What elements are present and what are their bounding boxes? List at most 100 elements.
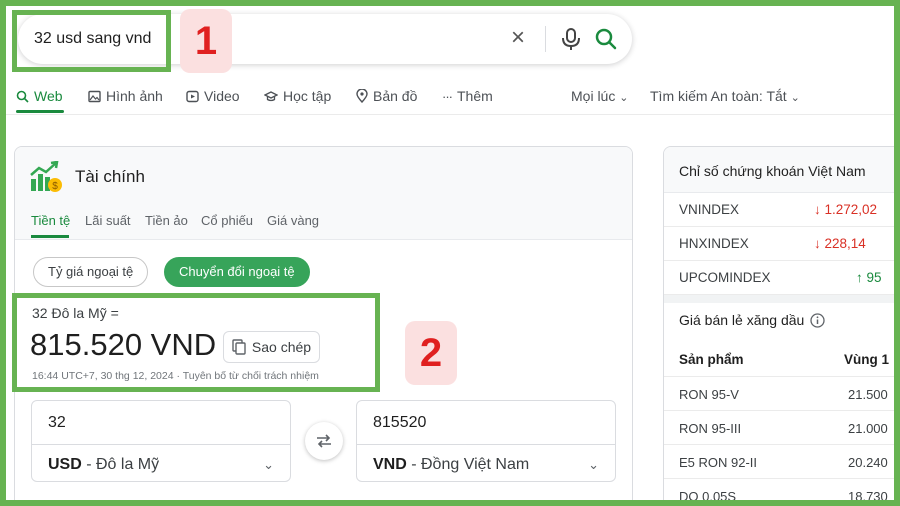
fin-active-tab-underline xyxy=(31,235,69,238)
stock-name: UPCOMINDEX xyxy=(679,270,771,285)
tabs-divider xyxy=(6,114,894,115)
tab-label: Video xyxy=(204,88,240,104)
to-currency-divider xyxy=(357,444,615,445)
stock-name: HNXINDEX xyxy=(679,236,749,251)
tab-label: Hình ảnh xyxy=(106,88,163,104)
to-currency-select[interactable]: VND - Đồng Việt Nam xyxy=(373,456,529,474)
finance-title: Tài chính xyxy=(75,167,145,186)
search-icon[interactable] xyxy=(594,27,618,56)
fuel-price: 18.730 xyxy=(848,489,888,504)
time-filter[interactable]: Mọi lúc ⌄ xyxy=(571,88,628,104)
active-tab-underline xyxy=(16,110,64,113)
fuel-row: DO 0,05S 18.730 xyxy=(664,479,900,506)
safe-search-label: Tìm kiếm An toàn: Tắt xyxy=(650,88,787,104)
graduation-cap-icon xyxy=(264,90,278,101)
currency-convert-pill[interactable]: Chuyển đổi ngoại tệ xyxy=(164,257,310,287)
stock-name: VNINDEX xyxy=(679,202,740,217)
image-icon xyxy=(88,90,101,102)
to-currency-name: - Đồng Việt Nam xyxy=(406,456,530,473)
section-divider xyxy=(664,295,900,303)
step-badge-1: 1 xyxy=(180,9,232,73)
chevron-down-icon: ⌄ xyxy=(263,457,274,472)
highlight-box-result xyxy=(12,293,380,392)
fuel-table-header: Sản phẩm Vùng 1 xyxy=(664,343,900,377)
fuel-name: DO 0,05S xyxy=(679,489,737,504)
exchange-rate-pill[interactable]: Tỷ giá ngoại tệ xyxy=(33,257,149,287)
more-dots-icon: ··· xyxy=(442,88,453,104)
to-currency-box: 815520 VND - Đồng Việt Nam ⌄ xyxy=(356,400,616,482)
time-filter-label: Mọi lúc xyxy=(571,88,616,104)
fuel-row: RON 95-III 21.000 xyxy=(664,411,900,445)
stock-row[interactable]: VNINDEX ↓ 1.272,02 xyxy=(664,193,900,227)
tab-label: Học tập xyxy=(283,88,332,104)
clear-icon[interactable]: × xyxy=(511,26,525,50)
fin-tab-currency[interactable]: Tiền tệ xyxy=(31,213,70,228)
fuel-title-text: Giá bán lẻ xăng dầu xyxy=(679,312,805,328)
fuel-price: 21.500 xyxy=(848,387,888,402)
tab-learning[interactable]: Học tập xyxy=(264,88,331,104)
fuel-row: RON 95-V 21.500 xyxy=(664,377,900,411)
map-pin-icon xyxy=(356,89,368,103)
fin-tab-crypto[interactable]: Tiền ảo xyxy=(145,213,188,228)
tab-images[interactable]: Hình ảnh xyxy=(88,88,163,104)
tab-more[interactable]: ··· Thêm xyxy=(442,88,493,104)
chevron-down-icon: ⌄ xyxy=(619,92,629,104)
arrow-up-icon: ↑ xyxy=(856,270,867,285)
finance-header: $ Tài chính Tiền tệ Lãi suất Tiền ảo Cổ … xyxy=(15,147,632,239)
tab-label: Bản đồ xyxy=(373,88,418,104)
fuel-price: 20.240 xyxy=(848,455,888,470)
fuel-col-zone: Vùng 1 xyxy=(844,352,890,367)
tab-maps[interactable]: Bản đồ xyxy=(356,88,417,104)
search-divider xyxy=(545,26,546,52)
stock-row[interactable]: HNXINDEX ↓ 228,14 xyxy=(664,227,900,261)
stock-value-text: 228,14 xyxy=(824,236,866,251)
tab-web[interactable]: Web xyxy=(16,88,63,104)
fuel-name: E5 RON 92-II xyxy=(679,455,758,470)
tab-video[interactable]: Video xyxy=(186,88,240,104)
chevron-down-icon: ⌄ xyxy=(588,457,599,472)
tab-label: Thêm xyxy=(457,88,493,104)
to-amount-input[interactable]: 815520 xyxy=(373,414,426,432)
stock-value-text: 95 xyxy=(866,270,882,285)
finance-divider xyxy=(15,239,632,240)
safe-search-filter[interactable]: Tìm kiếm An toàn: Tắt ⌄ xyxy=(650,88,800,104)
stock-value: ↓ 1.272,02 xyxy=(814,202,877,217)
to-currency-code: VND xyxy=(373,456,407,473)
step-badge-2: 2 xyxy=(405,321,457,385)
fuel-price: 21.000 xyxy=(848,421,888,436)
stock-title: Chỉ số chứng khoán Việt Nam xyxy=(679,163,866,179)
search-icon xyxy=(16,90,29,103)
fuel-col-product: Sản phẩm xyxy=(679,352,744,367)
finance-chart-icon: $ xyxy=(29,160,63,198)
stock-value: ↑ 95 xyxy=(856,270,882,285)
fuel-name: RON 95-III xyxy=(679,421,742,436)
fin-tab-stocks[interactable]: Cổ phiếu xyxy=(201,213,253,228)
from-currency-select[interactable]: USD - Đô la Mỹ xyxy=(48,456,159,474)
fuel-name: RON 95-V xyxy=(679,387,739,402)
arrow-down-icon: ↓ xyxy=(814,202,825,217)
from-currency-box: 32 USD - Đô la Mỹ ⌄ xyxy=(31,400,291,482)
from-currency-name: - Đô la Mỹ xyxy=(81,456,160,473)
stock-header: Chỉ số chứng khoán Việt Nam xyxy=(664,147,900,193)
fuel-title: Giá bán lẻ xăng dầu xyxy=(679,312,825,328)
fin-tab-interest[interactable]: Lãi suất xyxy=(85,213,131,228)
arrow-down-icon: ↓ xyxy=(814,236,825,251)
chevron-down-icon: ⌄ xyxy=(790,92,800,104)
from-currency-divider xyxy=(32,444,290,445)
microphone-icon[interactable] xyxy=(560,27,582,56)
stock-value-text: 1.272,02 xyxy=(824,202,878,217)
tab-label: Web xyxy=(34,88,63,104)
stock-row[interactable]: UPCOMINDEX ↑ 95 xyxy=(664,261,900,295)
from-currency-code: USD xyxy=(48,456,82,473)
play-icon xyxy=(186,90,199,102)
svg-text:$: $ xyxy=(52,181,58,192)
highlight-box-query xyxy=(12,10,171,72)
fuel-row: E5 RON 92-II 20.240 xyxy=(664,445,900,479)
swap-icon xyxy=(317,434,331,448)
swap-currency-button[interactable] xyxy=(305,422,343,460)
info-icon[interactable] xyxy=(810,312,825,328)
from-amount-input[interactable]: 32 xyxy=(48,414,66,432)
fin-tab-gold[interactable]: Giá vàng xyxy=(267,213,319,228)
side-panel: Chỉ số chứng khoán Việt Nam VNINDEX ↓ 1.… xyxy=(663,146,900,506)
stock-value: ↓ 228,14 xyxy=(814,236,866,251)
